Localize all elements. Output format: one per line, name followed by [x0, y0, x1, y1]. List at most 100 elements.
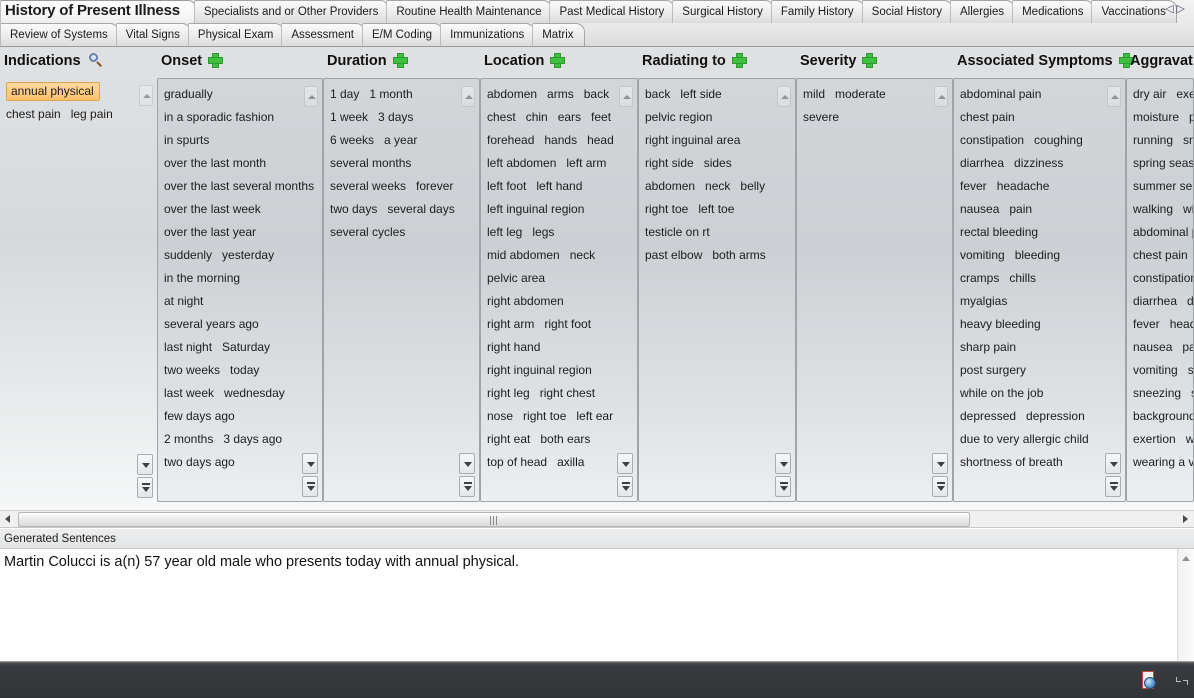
list-item-token[interactable]: left hand: [536, 179, 582, 193]
column-list-associated-symptoms[interactable]: abdominal pain chest pain constipation coug…: [954, 79, 1125, 501]
list-item-token[interactable]: over the last week: [164, 202, 261, 216]
list-item-token[interactable]: nausea: [960, 202, 999, 216]
list-item-token[interactable]: left arm: [566, 156, 606, 170]
list-item-token[interactable]: head: [587, 133, 614, 147]
list-item-token[interactable]: several days: [387, 202, 454, 216]
list-item[interactable]: several years ago: [164, 313, 322, 336]
list-item-token[interactable]: dry air: [1133, 87, 1166, 101]
list-item[interactable]: heavy bleeding: [960, 313, 1125, 336]
list-item[interactable]: gradually: [164, 83, 322, 106]
scroll-page-down-button[interactable]: [302, 476, 318, 497]
list-item[interactable]: fever headache: [960, 175, 1125, 198]
list-item[interactable]: right eat both ears: [487, 428, 637, 451]
list-item-token[interactable]: both ears: [540, 432, 590, 446]
list-item-token[interactable]: while on the job: [960, 386, 1043, 400]
list-item[interactable]: suddenly yesterday: [164, 244, 322, 267]
list-item-token[interactable]: last week: [164, 386, 214, 400]
list-item[interactable]: sharp pain: [960, 336, 1125, 359]
list-item-token[interactable]: several cycles: [330, 225, 405, 239]
list-item[interactable]: walking wi: [1133, 198, 1193, 221]
list-item-token[interactable]: 1 day: [330, 87, 359, 101]
tab-e-m-coding[interactable]: E/M Coding: [361, 23, 444, 46]
list-item-token[interactable]: heavy bleeding: [960, 317, 1041, 331]
list-item-token[interactable]: both arms: [712, 248, 765, 262]
scroll-right-arrow-icon[interactable]: [1177, 511, 1194, 528]
list-item[interactable]: mid abdomen neck: [487, 244, 637, 267]
list-item-token[interactable]: Saturday: [222, 340, 270, 354]
scroll-up-button[interactable]: [461, 86, 475, 107]
plus-icon[interactable]: [862, 53, 878, 68]
list-item-token[interactable]: 1 month: [369, 87, 412, 101]
list-item-token[interactable]: severe: [803, 110, 839, 124]
list-item-token[interactable]: neck: [570, 248, 595, 262]
list-item-token[interactable]: nose: [487, 409, 513, 423]
list-item[interactable]: left abdomen left arm: [487, 152, 637, 175]
list-item[interactable]: in spurts: [164, 129, 322, 152]
tab-scroll-next-icon[interactable]: ▷: [1177, 3, 1188, 15]
plus-icon[interactable]: [392, 53, 408, 68]
list-item[interactable]: chest pain leg pain: [6, 103, 157, 126]
list-item-token[interactable]: di: [1187, 294, 1193, 308]
list-item-token[interactable]: moderate: [835, 87, 886, 101]
list-item[interactable]: summer se: [1133, 175, 1193, 198]
list-item[interactable]: several weeks forever: [330, 175, 479, 198]
list-item[interactable]: wearing a v: [1133, 451, 1193, 474]
scroll-down-button[interactable]: [932, 453, 948, 474]
list-item[interactable]: several months: [330, 152, 479, 175]
list-item-token[interactable]: rectal bleeding: [960, 225, 1038, 239]
list-item[interactable]: chest chin ears feet: [487, 106, 637, 129]
tab-surgical-history[interactable]: Surgical History: [672, 0, 774, 23]
list-item-token[interactable]: in spurts: [164, 133, 209, 147]
list-item-token[interactable]: sharp pain: [960, 340, 1016, 354]
scroll-left-arrow-icon[interactable]: [0, 511, 17, 528]
list-item-token[interactable]: vomiting: [960, 248, 1005, 262]
horizontal-scroll-thumb[interactable]: [18, 512, 970, 527]
list-item-token[interactable]: moisture: [1133, 110, 1179, 124]
scroll-up-button[interactable]: [1107, 86, 1121, 107]
list-item-token[interactable]: vomiting: [1133, 363, 1178, 377]
list-item[interactable]: right toe left toe: [645, 198, 795, 221]
list-item[interactable]: chest pain: [1133, 244, 1193, 267]
list-item-token[interactable]: s: [1188, 363, 1193, 377]
tab-immunizations[interactable]: Immunizations: [440, 23, 536, 46]
list-item-token[interactable]: over the last month: [164, 156, 266, 170]
list-item-token[interactable]: right hand: [487, 340, 540, 354]
list-item[interactable]: diarrhea dizziness: [960, 152, 1125, 175]
tab-vital-signs[interactable]: Vital Signs: [115, 23, 191, 46]
list-item-token[interactable]: abdomen: [487, 87, 537, 101]
list-item-token[interactable]: at night: [164, 294, 203, 308]
list-item-token[interactable]: dizziness: [1014, 156, 1063, 170]
list-item-token[interactable]: abdominal pain: [960, 87, 1041, 101]
list-item-token[interactable]: pelvic area: [487, 271, 545, 285]
list-item-token[interactable]: axilla: [557, 455, 584, 469]
list-item[interactable]: over the last week: [164, 198, 322, 221]
list-item[interactable]: 2 months 3 days ago: [164, 428, 322, 451]
list-item-token[interactable]: over the last several months: [164, 179, 314, 193]
list-item-token[interactable]: sn: [1183, 133, 1193, 147]
list-item-token[interactable]: background: [1133, 409, 1193, 423]
list-item[interactable]: few days ago: [164, 405, 322, 428]
list-item[interactable]: background: [1133, 405, 1193, 428]
column-list-onset[interactable]: gradually in a sporadic fashion in spurts o…: [158, 79, 322, 501]
list-item[interactable]: over the last year: [164, 221, 322, 244]
list-item-token[interactable]: wi: [1183, 202, 1193, 216]
list-item[interactable]: left leg legs: [487, 221, 637, 244]
list-item-token[interactable]: testicle on rt: [645, 225, 710, 239]
list-item-token[interactable]: neck: [705, 179, 730, 193]
tab-scroll-nav[interactable]: ◁▷: [1165, 2, 1188, 15]
list-item-token[interactable]: sides: [704, 156, 732, 170]
list-item[interactable]: right leg right chest: [487, 382, 637, 405]
list-item[interactable]: vomiting bleeding: [960, 244, 1125, 267]
scroll-down-button[interactable]: [775, 453, 791, 474]
list-item[interactable]: abdomen neck belly: [645, 175, 795, 198]
list-item-token[interactable]: suddenly: [164, 248, 212, 262]
list-item-token[interactable]: post surgery: [960, 363, 1026, 377]
scroll-up-button[interactable]: [777, 86, 791, 107]
list-item-token[interactable]: diarrhea: [1133, 294, 1177, 308]
list-item-token[interactable]: chest: [487, 110, 516, 124]
list-item-token[interactable]: abdomen: [645, 179, 695, 193]
list-item-token[interactable]: few days ago: [164, 409, 235, 423]
list-item-token[interactable]: running: [1133, 133, 1173, 147]
tab-assessment[interactable]: Assessment: [281, 23, 365, 46]
list-item-token[interactable]: head: [1170, 317, 1193, 331]
